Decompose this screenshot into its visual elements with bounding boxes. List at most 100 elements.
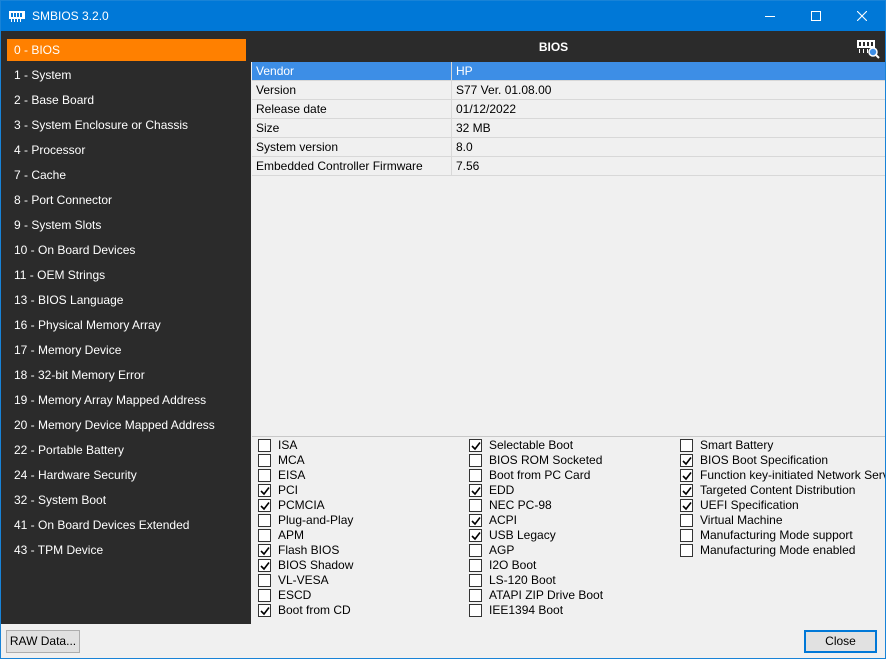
sidebar-item-system[interactable]: 1 - System: [7, 64, 246, 86]
checkbox-checked-icon[interactable]: [258, 484, 271, 497]
checkbox-checked-icon[interactable]: [469, 529, 482, 542]
checkbox-unchecked-icon[interactable]: [258, 469, 271, 482]
table-row[interactable]: Version S77 Ver. 01.08.00: [252, 81, 885, 100]
checkbox-unchecked-icon[interactable]: [469, 544, 482, 557]
checkbox-unchecked-icon[interactable]: [258, 439, 271, 452]
close-window-button[interactable]: [839, 1, 885, 31]
properties-grid[interactable]: Vendor HP Version S77 Ver. 01.08.00 Rele…: [252, 62, 885, 437]
sidebar-item-system-enclosure[interactable]: 3 - System Enclosure or Chassis: [7, 114, 246, 136]
characteristic-label: Function key-initiated Network Service B…: [700, 468, 885, 482]
table-row[interactable]: Release date 01/12/2022: [252, 100, 885, 119]
checkbox-unchecked-icon[interactable]: [258, 514, 271, 527]
structure-type-list[interactable]: 0 - BIOS 1 - System 2 - Base Board 3 - S…: [1, 31, 251, 624]
footer-bar: RAW Data... Close: [1, 624, 885, 658]
window-title: SMBIOS 3.2.0: [32, 9, 109, 23]
close-button[interactable]: Close: [804, 630, 877, 653]
checkbox-checked-icon[interactable]: [258, 604, 271, 617]
checkbox-checked-icon[interactable]: [680, 499, 693, 512]
checkbox-checked-icon[interactable]: [680, 454, 693, 467]
characteristic-label: USB Legacy: [489, 528, 556, 542]
checkbox-unchecked-icon[interactable]: [469, 589, 482, 602]
raw-data-button[interactable]: RAW Data...: [6, 630, 80, 653]
characteristic-label: LS-120 Boot: [489, 573, 556, 587]
checkbox-unchecked-icon[interactable]: [469, 574, 482, 587]
title-bar[interactable]: SMBIOS 3.2.0: [1, 1, 885, 31]
checkbox-unchecked-icon[interactable]: [469, 469, 482, 482]
smbios-window: SMBIOS 3.2.0 0 - BIOS 1 - System 2 - Bas…: [0, 0, 886, 659]
sidebar-item-on-board-devices-extended[interactable]: 41 - On Board Devices Extended: [7, 514, 246, 536]
checkbox-unchecked-icon[interactable]: [258, 529, 271, 542]
table-row[interactable]: Size 32 MB: [252, 119, 885, 138]
checkbox-unchecked-icon[interactable]: [680, 439, 693, 452]
characteristic-label: Targeted Content Distribution: [700, 483, 856, 497]
checkbox-checked-icon[interactable]: [469, 439, 482, 452]
checkbox-unchecked-icon[interactable]: [258, 574, 271, 587]
sidebar-item-bios[interactable]: 0 - BIOS: [7, 39, 246, 61]
characteristic-label: Boot from CD: [278, 603, 351, 617]
characteristic-label: Manufacturing Mode enabled: [700, 543, 856, 557]
checkbox-checked-icon[interactable]: [469, 484, 482, 497]
table-row[interactable]: System version 8.0: [252, 138, 885, 157]
property-name: Vendor: [252, 62, 452, 81]
sidebar-item-oem-strings[interactable]: 11 - OEM Strings: [7, 264, 246, 286]
characteristic-label: MCA: [278, 453, 305, 467]
checkbox-unchecked-icon[interactable]: [469, 604, 482, 617]
sidebar-item-processor[interactable]: 4 - Processor: [7, 139, 246, 161]
characteristic-label: BIOS Boot Specification: [700, 453, 829, 467]
property-value: S77 Ver. 01.08.00: [456, 83, 552, 97]
minimize-icon: [765, 16, 775, 17]
characteristic-label: Manufacturing Mode support: [700, 528, 853, 542]
checkbox-unchecked-icon[interactable]: [680, 544, 693, 557]
sidebar-item-tpm-device[interactable]: 43 - TPM Device: [7, 539, 246, 561]
checkbox-checked-icon[interactable]: [680, 469, 693, 482]
checkbox-unchecked-icon[interactable]: [680, 514, 693, 527]
sidebar-item-base-board[interactable]: 2 - Base Board: [7, 89, 246, 111]
minimize-button[interactable]: [747, 1, 793, 31]
checkbox-checked-icon[interactable]: [680, 484, 693, 497]
sidebar-item-port-connector[interactable]: 8 - Port Connector: [7, 189, 246, 211]
sidebar-item-memory-device[interactable]: 17 - Memory Device: [7, 339, 246, 361]
property-value: HP: [456, 64, 473, 78]
characteristic-label: APM: [278, 528, 305, 542]
sidebar-item-bios-language[interactable]: 13 - BIOS Language: [7, 289, 246, 311]
checkbox-unchecked-icon[interactable]: [469, 454, 482, 467]
sidebar-item-system-boot[interactable]: 32 - System Boot: [7, 489, 246, 511]
sidebar-item-hardware-security[interactable]: 24 - Hardware Security: [7, 464, 246, 486]
characteristic-label: Boot from PC Card: [489, 468, 591, 482]
characteristic-label: ESCD: [278, 588, 312, 602]
table-row[interactable]: Embedded Controller Firmware 7.56: [252, 157, 885, 176]
bios-characteristics-panel: ISA MCA EISA PCI PCMCIA Plug-and-Play APM Flash…: [252, 438, 885, 624]
characteristic-label: ACPI: [489, 513, 518, 527]
property-value: 01/12/2022: [456, 102, 517, 116]
characteristic-label: I2O Boot: [489, 558, 537, 572]
checkbox-checked-icon[interactable]: [258, 544, 271, 557]
checkbox-checked-icon[interactable]: [258, 559, 271, 572]
table-row[interactable]: Vendor HP: [252, 62, 885, 81]
section-title: BIOS: [538, 40, 569, 54]
sidebar-item-system-slots[interactable]: 9 - System Slots: [7, 214, 246, 236]
sidebar-item-physical-memory-array[interactable]: 16 - Physical Memory Array: [7, 314, 246, 336]
checkbox-unchecked-icon[interactable]: [680, 529, 693, 542]
characteristic-label: Smart Battery: [700, 438, 774, 452]
maximize-button[interactable]: [793, 1, 839, 31]
checkbox-checked-icon[interactable]: [469, 514, 482, 527]
sidebar-item-32bit-memory-error[interactable]: 18 - 32-bit Memory Error: [7, 364, 246, 386]
sidebar-item-on-board-devices[interactable]: 10 - On Board Devices: [7, 239, 246, 261]
characteristic-label: PCMCIA: [278, 498, 325, 512]
sidebar-item-cache[interactable]: 7 - Cache: [7, 164, 246, 186]
characteristic-label: AGP: [489, 543, 515, 557]
checkbox-unchecked-icon[interactable]: [258, 454, 271, 467]
sidebar-item-memory-array-mapped-address[interactable]: 19 - Memory Array Mapped Address: [7, 389, 246, 411]
memory-chip-icon: [9, 11, 25, 22]
characteristic-label: BIOS Shadow: [278, 558, 354, 572]
checkbox-unchecked-icon[interactable]: [469, 559, 482, 572]
close-icon: [857, 11, 867, 21]
property-name: Embedded Controller Firmware: [252, 157, 452, 176]
property-value: 32 MB: [456, 121, 491, 135]
checkbox-unchecked-icon[interactable]: [469, 499, 482, 512]
checkbox-unchecked-icon[interactable]: [258, 589, 271, 602]
checkbox-checked-icon[interactable]: [258, 499, 271, 512]
sidebar-item-portable-battery[interactable]: 22 - Portable Battery: [7, 439, 246, 461]
characteristic-label: IEE1394 Boot: [489, 603, 564, 617]
sidebar-item-memory-device-mapped-address[interactable]: 20 - Memory Device Mapped Address: [7, 414, 246, 436]
